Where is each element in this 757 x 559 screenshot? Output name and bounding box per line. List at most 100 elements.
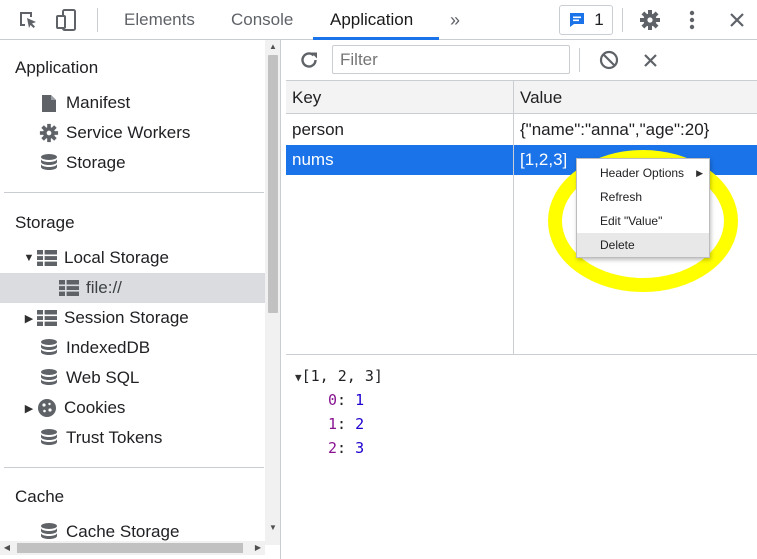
filter-input[interactable] [332,45,570,74]
local-storage-panel: Key Value person {"name":"anna","age":20… [286,40,757,559]
cookie-icon [36,397,58,419]
menu-item-label: Edit "Value" [600,214,663,228]
sidebar-item-label: Local Storage [64,248,169,267]
entry-index: 2 [328,439,338,457]
submenu-arrow-icon: ▶ [696,168,703,178]
column-divider[interactable] [513,81,514,354]
value-preview: ▼[1, 2, 3] 0: 1 1: 2 2: 3 [286,356,757,559]
section-header-application: Application [15,58,99,77]
section-header-cache: Cache [15,487,65,506]
toolbar-separator [622,8,623,32]
entry-index: 0 [328,391,338,409]
messages-button[interactable]: 1 [559,5,613,35]
key-cell[interactable]: nums [286,145,513,175]
table-row[interactable]: person {"name":"anna","age":20} [286,115,757,145]
section-header-storage: Storage [15,213,75,232]
sidebar-item-trust-tokens[interactable]: Trust Tokens [0,423,265,453]
device-toolbar-icon[interactable] [52,0,82,40]
sidebar-item-indexeddb[interactable]: IndexedDB [0,333,265,363]
database-icon [38,367,60,389]
sidebar-divider [4,192,264,193]
database-icon [38,521,60,543]
preview-summary-text: [1, 2, 3] [301,367,383,385]
sidebar-item-local-storage[interactable]: ▼ Local Storage [0,243,265,273]
context-menu: Header Options ▶ Refresh Edit "Value" De… [576,158,710,258]
preview-entry: 2: 3 [328,439,365,457]
column-header-value[interactable]: Value [514,81,757,114]
more-tabs-icon[interactable]: » [450,0,460,40]
value-cell[interactable]: {"name":"anna","age":20} [514,115,757,145]
storage-filter-bar [286,40,757,81]
scroll-down-arrow-icon[interactable]: ▼ [265,521,280,535]
menu-item-label: Refresh [600,190,643,204]
entry-value: 3 [355,439,365,457]
menu-item-header-options[interactable]: Header Options ▶ [577,161,709,185]
scrollbar-thumb[interactable] [17,543,243,553]
sidebar-divider [4,467,264,468]
expand-triangle-icon[interactable]: ▼ [22,252,36,264]
sidebar-item-label: Cache Storage [66,522,180,541]
kebab-menu-icon[interactable] [680,0,704,40]
sidebar-item-label: Storage [66,153,126,172]
filter-separator [579,48,580,72]
tab-application[interactable]: Application [330,0,413,40]
tab-elements[interactable]: Elements [124,0,195,40]
expand-triangle-icon[interactable]: ▶ [22,402,36,415]
message-icon [568,11,586,29]
sidebar-item-storage[interactable]: Storage [0,148,265,178]
expand-triangle-icon[interactable]: ▶ [22,312,36,325]
close-icon[interactable] [724,0,750,40]
tab-console[interactable]: Console [231,0,293,40]
entry-value: 1 [355,391,365,409]
refresh-icon[interactable] [296,40,322,80]
delete-selected-icon[interactable] [638,40,662,80]
sidebar-item-label: Session Storage [64,308,189,327]
scrollbar-thumb[interactable] [268,55,278,313]
sidebar-item-service-workers[interactable]: Service Workers [0,118,265,148]
entry-value: 2 [355,415,365,433]
sidebar-item-label: IndexedDB [66,338,151,357]
document-icon [38,92,60,114]
menu-item-delete[interactable]: Delete [577,233,709,257]
sidebar-item-label: Manifest [66,93,131,112]
preview-summary[interactable]: ▼[1, 2, 3] [295,364,383,388]
sidebar-item-label: file:// [86,278,122,297]
menu-item-label: Header Options [600,166,685,180]
gear-icon[interactable] [636,0,664,40]
sidebar-item-cookies[interactable]: ▶ Cookies [0,393,265,423]
scroll-right-arrow-icon[interactable]: ▶ [251,541,265,555]
preview-entry: 0: 1 [328,391,365,409]
sidebar-item-label: Service Workers [66,123,191,142]
table-grid-icon [58,277,80,299]
gear-icon [38,122,60,144]
sidebar-vertical-scrollbar[interactable]: ▲ ▼ [265,40,280,545]
application-sidebar: Application Manifest Service Workers Sto… [0,40,281,559]
column-header-key[interactable]: Key [286,81,513,114]
toolbar-separator [97,8,98,32]
collapse-triangle-icon[interactable]: ▼ [295,371,302,384]
message-count: 1 [594,10,604,29]
inspect-element-icon[interactable] [14,0,42,40]
table-grid-icon [36,247,58,269]
sidebar-item-label: Cookies [64,398,126,417]
entry-index: 1 [328,415,338,433]
scroll-up-arrow-icon[interactable]: ▲ [265,40,280,54]
sidebar-item-label: Web SQL [66,368,140,387]
scroll-left-arrow-icon[interactable]: ◀ [0,541,14,555]
sidebar-horizontal-scrollbar[interactable]: ◀ ▶ [0,541,265,555]
clear-all-icon[interactable] [596,40,622,80]
menu-item-edit-value[interactable]: Edit "Value" [577,209,709,233]
table-grid-icon [36,307,58,329]
sidebar-item-session-storage[interactable]: ▶ Session Storage [0,303,265,333]
database-icon [38,427,60,449]
database-icon [38,152,60,174]
sidebar-item-manifest[interactable]: Manifest [0,88,265,118]
database-icon [38,337,60,359]
sidebar-item-label: Trust Tokens [66,428,163,447]
menu-item-label: Delete [600,238,635,252]
sidebar-item-file-origin[interactable]: file:// [0,273,265,303]
menu-item-refresh[interactable]: Refresh [577,185,709,209]
sidebar-item-web-sql[interactable]: Web SQL [0,363,265,393]
key-cell[interactable]: person [286,115,513,145]
preview-entry: 1: 2 [328,415,365,433]
